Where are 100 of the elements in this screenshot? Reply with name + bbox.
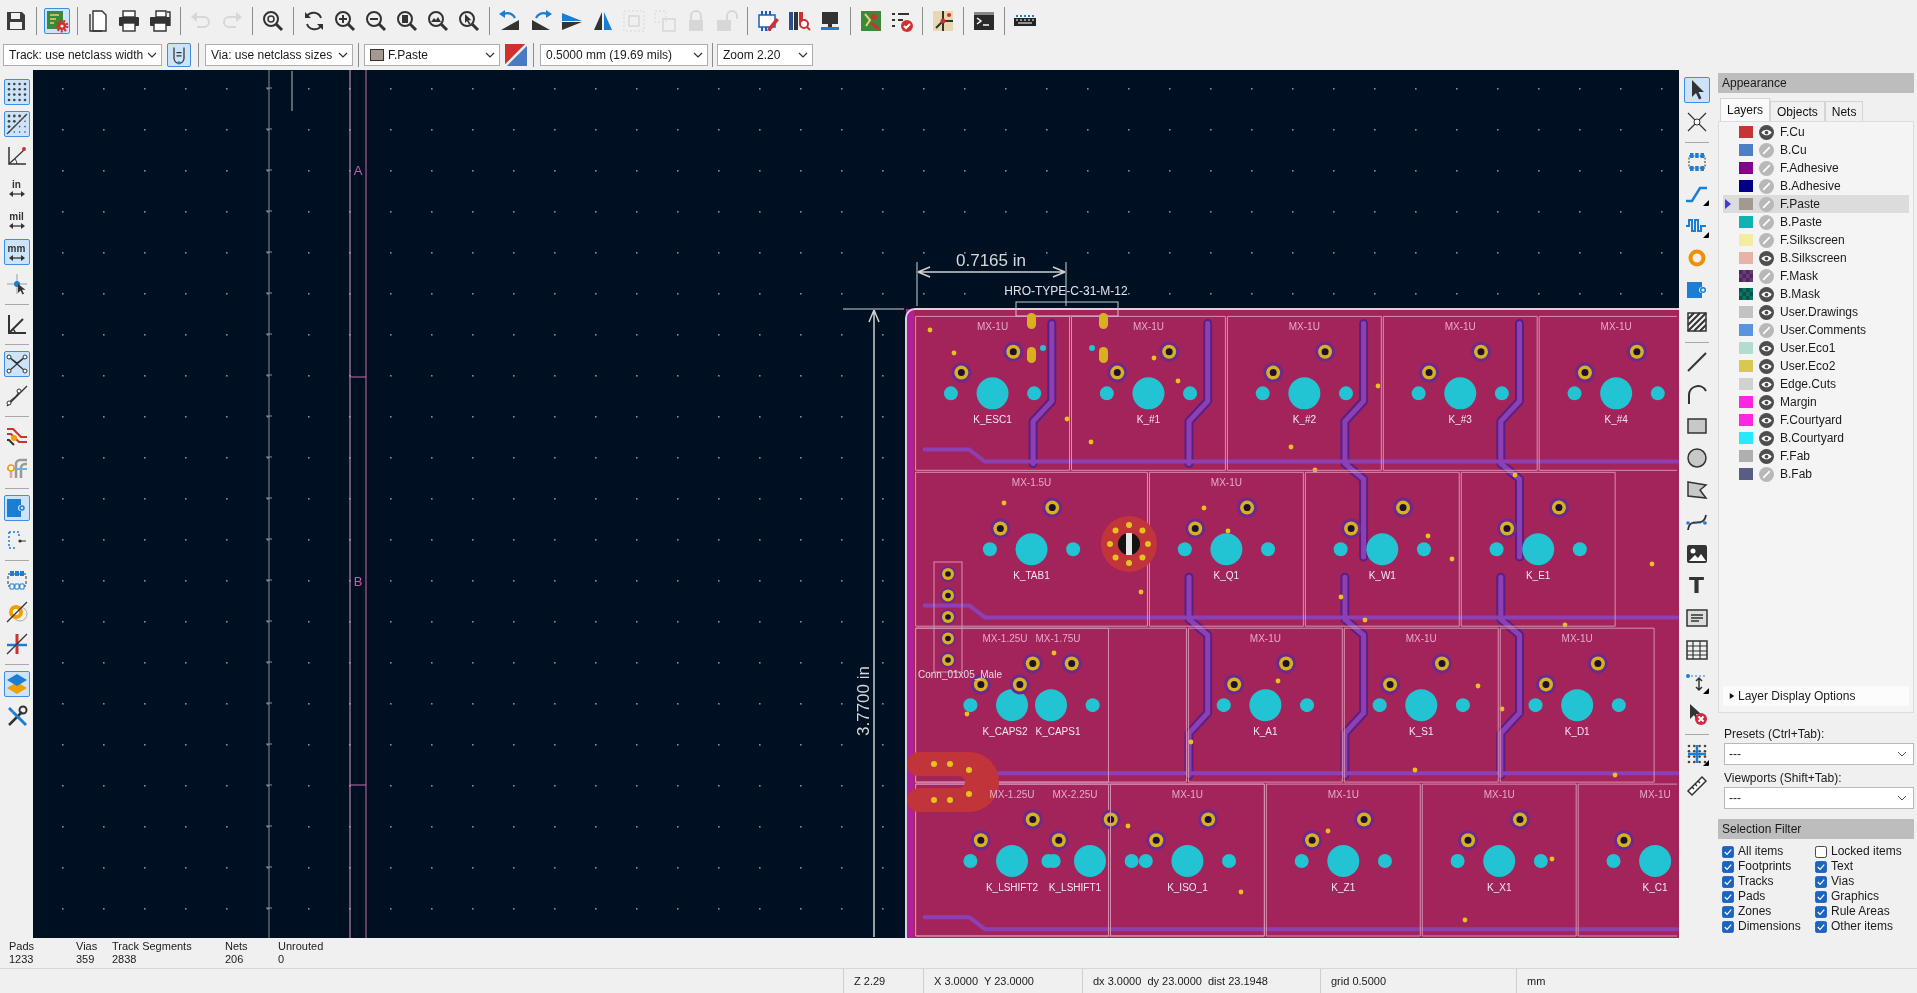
status-field: grid 0.5000: [1320, 969, 1516, 993]
layer-name: F.Cu: [1780, 125, 1805, 139]
checkbox[interactable]: [1722, 905, 1734, 918]
layer-row[interactable]: B.Courtyard: [1723, 429, 1909, 447]
eye-icon[interactable]: [1759, 394, 1774, 410]
layer-row[interactable]: B.Mask: [1723, 285, 1909, 303]
layer-row[interactable]: User.Eco1: [1723, 339, 1909, 357]
grid-dropdown[interactable]: 0.5000 mm (19.69 mils): [540, 44, 708, 66]
via-size-dropdown[interactable]: Via: use netclass sizes: [205, 44, 353, 66]
layer-row[interactable]: B.Fab: [1723, 465, 1909, 483]
tab[interactable]: Nets: [1824, 101, 1864, 121]
layer-row[interactable]: Edge.Cuts: [1723, 375, 1909, 393]
status-label: Pads: [9, 940, 35, 953]
layer-row[interactable]: B.Cu: [1723, 141, 1909, 159]
layer-row[interactable]: Margin: [1723, 393, 1909, 411]
layer-row[interactable]: F.Courtyard: [1723, 411, 1909, 429]
zoom-dropdown[interactable]: Zoom 2.20: [717, 44, 813, 66]
double-arrow-icon: [8, 190, 25, 197]
layer-name: F.Mask: [1780, 269, 1818, 283]
eye-icon[interactable]: [1759, 448, 1774, 464]
status-value: 2838: [112, 953, 137, 966]
track-width-icon[interactable]: [167, 43, 191, 67]
reference-label: K_C1: [1642, 882, 1668, 894]
eye-icon[interactable]: [1759, 358, 1774, 374]
footprint-outline-label: MX-1U: [1639, 789, 1671, 801]
checkbox[interactable]: [1815, 860, 1827, 873]
checkbox[interactable]: [1815, 890, 1827, 903]
checkbox[interactable]: [1722, 875, 1734, 888]
chevron-down-icon: [485, 52, 495, 58]
unit-button[interactable]: mil: [3, 207, 30, 233]
dimension-text: 3.7700 in: [854, 666, 873, 736]
layer-name: B.Paste: [1780, 215, 1823, 229]
layer-row[interactable]: User.Eco2: [1723, 357, 1909, 375]
eye-icon[interactable]: [1759, 304, 1774, 320]
layer-pair-icon[interactable]: [505, 44, 527, 66]
eye-icon[interactable]: [1759, 250, 1774, 266]
checkbox[interactable]: [1815, 905, 1827, 918]
layer-row[interactable]: F.Silkscreen: [1723, 231, 1909, 249]
chevron-down-icon: [338, 52, 348, 58]
layer-row[interactable]: F.Adhesive: [1723, 159, 1909, 177]
reference-label: K_#2: [1292, 414, 1317, 426]
reference-label: K_ISO_1: [1167, 882, 1208, 894]
footprint-outline-label: MX-1.75U: [1035, 633, 1081, 645]
grid-dots-icon[interactable]: [3, 79, 30, 105]
layer-name: User.Eco1: [1780, 341, 1836, 355]
checkbox[interactable]: [1722, 920, 1734, 933]
layers-icon[interactable]: [3, 671, 30, 697]
eye-icon[interactable]: [1759, 340, 1774, 356]
footprint-outline-label: MX-1U: [977, 321, 1009, 333]
checkbox[interactable]: [1722, 860, 1734, 873]
footprint-outline-label: MX-1U: [1483, 789, 1515, 801]
eye-icon[interactable]: [1759, 376, 1774, 392]
grid-split-icon[interactable]: [3, 111, 30, 137]
filter-label: Tracks: [1738, 875, 1774, 888]
layer-row[interactable]: User.Comments: [1723, 321, 1909, 339]
reference-label: K_Z1: [1331, 882, 1356, 894]
eye-icon[interactable]: [1759, 286, 1774, 302]
layer-row[interactable]: B.Paste: [1723, 213, 1909, 231]
unit-button[interactable]: in: [3, 175, 30, 201]
tab[interactable]: Layers: [1720, 98, 1771, 121]
eye-icon[interactable]: [1759, 124, 1774, 140]
curved-ratsnest-icon[interactable]: [3, 383, 30, 409]
footprint-outline-label: MX-1U: [1210, 477, 1242, 489]
track-width-dropdown[interactable]: Track: use netclass width: [3, 44, 162, 66]
filled-zone-icon[interactable]: [3, 495, 30, 521]
layer-display-options-expander[interactable]: Layer Display Options: [1723, 686, 1909, 706]
expand-triangle-icon: [1729, 692, 1735, 700]
table-icon[interactable]: [1683, 637, 1710, 663]
layer-name: F.Fab: [1780, 449, 1810, 463]
layer-dropdown[interactable]: F.Paste: [364, 44, 500, 66]
filter-label: Rule Areas: [1831, 905, 1890, 918]
text-tool-button[interactable]: T: [1683, 573, 1710, 599]
layer-row[interactable]: User.Drawings: [1723, 303, 1909, 321]
layer-row[interactable]: F.Mask: [1723, 267, 1909, 285]
status-label: Vias: [76, 940, 98, 953]
filter-label: Text: [1831, 860, 1853, 873]
checkbox[interactable]: [1722, 890, 1734, 903]
unit-button[interactable]: mm: [3, 239, 30, 265]
checkbox[interactable]: [1815, 845, 1827, 858]
footprint-label: Conn_01x05_Male: [918, 669, 1002, 680]
tab[interactable]: Objects: [1770, 101, 1825, 121]
layer-row[interactable]: B.Adhesive: [1723, 177, 1909, 195]
eye-icon[interactable]: [1759, 412, 1774, 428]
filter-label: Locked items: [1831, 845, 1902, 858]
viewports-dropdown[interactable]: ---: [1724, 787, 1914, 809]
layer-row[interactable]: F.Fab: [1723, 447, 1909, 465]
presets-dropdown[interactable]: ---: [1724, 743, 1914, 765]
ratsnest-icon[interactable]: [3, 351, 30, 377]
layer-row[interactable]: B.Silkscreen: [1723, 249, 1909, 267]
reference-label: K_A1: [1253, 726, 1278, 738]
checkbox[interactable]: [1722, 845, 1734, 858]
footprint-outline-label: MX-1U: [1171, 789, 1203, 801]
layer-row[interactable]: F.Cu: [1723, 123, 1909, 141]
filter-label: Graphics: [1831, 890, 1880, 903]
layer-row[interactable]: F.Paste: [1723, 195, 1909, 213]
sheet-row-label: B: [353, 574, 363, 589]
eye-icon[interactable]: [1759, 430, 1774, 446]
checkbox[interactable]: [1815, 875, 1827, 888]
board-gear-icon[interactable]: [43, 8, 70, 34]
checkbox[interactable]: [1815, 920, 1827, 933]
